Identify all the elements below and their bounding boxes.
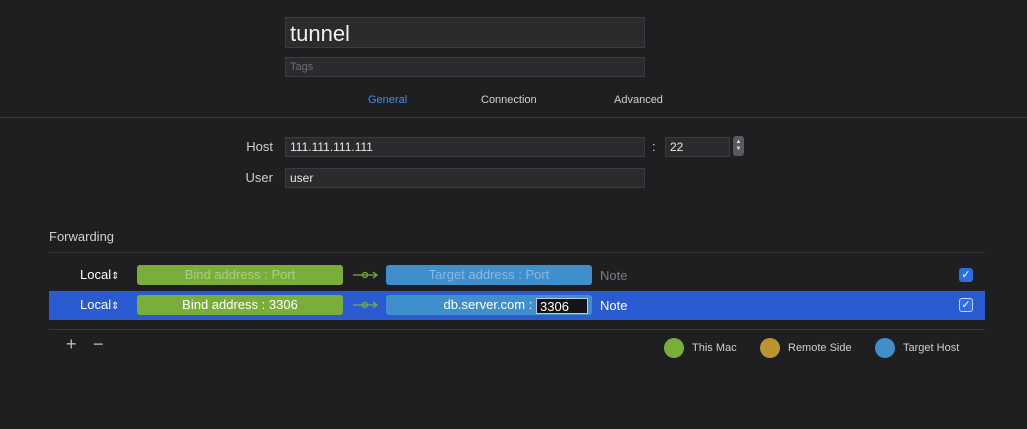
forward-type-select[interactable]: Local⇕ [80, 297, 119, 312]
forward-arrow-icon [353, 271, 378, 279]
forward-arrow-icon [353, 301, 378, 309]
bind-separator: : [264, 267, 268, 282]
target-address-placeholder: Target address [428, 267, 515, 282]
bind-address-placeholder: Bind address [184, 267, 261, 282]
user-input[interactable]: user [285, 168, 645, 188]
remove-forwarding-button[interactable]: − [93, 334, 104, 355]
target-address-field[interactable]: Target address : Port [386, 265, 592, 285]
bind-address-placeholder: Bind address [182, 297, 259, 312]
tab-divider [0, 117, 1027, 118]
enabled-checkbox[interactable]: ✓ [959, 268, 973, 282]
remote-side-legend-label: Remote Side [788, 342, 852, 354]
forward-type-select[interactable]: Local⇕ [80, 267, 119, 282]
forward-type-label: Local [80, 297, 112, 312]
port-stepper[interactable]: ▲ ▼ [733, 136, 744, 156]
tab-advanced[interactable]: Advanced [614, 94, 663, 106]
forwarding-divider-top [49, 252, 985, 253]
host-input[interactable]: 111.111.111.111 [285, 137, 645, 157]
target-port-placeholder: Port [525, 267, 550, 282]
updown-chevron-icon: ⇕ [111, 301, 120, 312]
stepper-down-icon[interactable]: ▼ [736, 146, 742, 153]
bind-address-field[interactable]: Bind address : 3306 [137, 295, 343, 315]
this-mac-legend-dot [664, 338, 684, 358]
target-separator: : [528, 297, 533, 312]
forwarding-row[interactable]: Local⇕ Bind address : Port Target addres… [49, 261, 985, 290]
forwarding-row[interactable]: Local⇕ Bind address : 3306 db.server.com… [49, 291, 985, 320]
target-address-value: db.server.com [443, 297, 526, 312]
updown-chevron-icon: ⇕ [111, 271, 120, 282]
this-mac-legend-label: This Mac [692, 342, 737, 354]
check-icon: ✓ [961, 299, 971, 311]
forwarding-title: Forwarding [49, 229, 115, 244]
target-address-field[interactable]: db.server.com : 3306 [386, 295, 592, 315]
host-label: Host [246, 139, 273, 154]
target-host-legend-dot [875, 338, 895, 358]
bind-separator: : [261, 297, 266, 312]
note-field[interactable]: Note [600, 298, 627, 313]
target-separator: : [518, 267, 522, 282]
tab-connection[interactable]: Connection [481, 94, 537, 106]
connection-name-field[interactable]: tunnel [285, 17, 645, 48]
remote-side-legend-dot [760, 338, 780, 358]
bind-address-field[interactable]: Bind address : Port [137, 265, 343, 285]
forward-type-label: Local [80, 267, 112, 282]
stepper-up-icon[interactable]: ▲ [736, 139, 742, 146]
port-separator: : [652, 139, 656, 154]
port-input[interactable]: 22 [665, 137, 730, 157]
user-label: User [245, 170, 273, 185]
forwarding-divider-bottom [49, 329, 985, 330]
enabled-checkbox[interactable]: ✓ [959, 298, 973, 312]
bind-port-value: 3306 [268, 297, 298, 312]
note-field[interactable]: Note [600, 268, 627, 283]
tags-field[interactable]: Tags [285, 57, 645, 77]
target-port-input[interactable]: 3306 [536, 297, 588, 314]
bind-port-placeholder: Port [271, 267, 296, 282]
target-host-legend-label: Target Host [903, 342, 960, 354]
tab-general[interactable]: General [368, 94, 407, 106]
check-icon: ✓ [961, 269, 971, 281]
add-forwarding-button[interactable]: + [66, 334, 77, 355]
